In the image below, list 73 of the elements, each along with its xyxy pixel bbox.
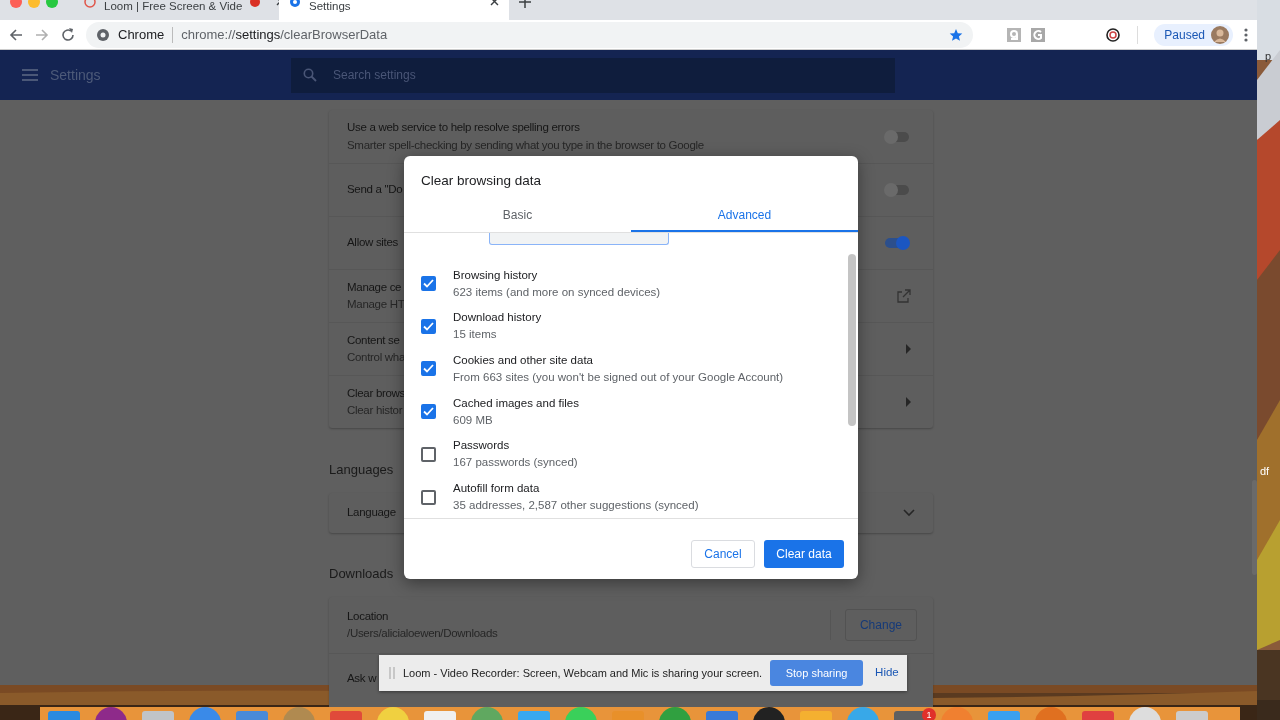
cancel-button[interactable]: Cancel bbox=[691, 540, 755, 569]
checkbox[interactable] bbox=[421, 276, 436, 292]
dialog-title: Clear browsing data bbox=[420, 172, 543, 190]
profile-button[interactable]: Paused bbox=[1154, 23, 1233, 46]
logo-icon bbox=[84, 0, 96, 8]
row-title: Language bbox=[347, 504, 396, 520]
checkbox[interactable] bbox=[421, 361, 436, 377]
browser-tab[interactable]: Settings bbox=[279, 0, 509, 20]
tab-title: Loom | Free Screen & Vide bbox=[104, 0, 243, 12]
notification-text: Loom - Video Recorder: Screen, Webcam and Mic is sharing your screen. bbox=[403, 665, 763, 681]
site-label: Chrome bbox=[118, 25, 165, 44]
clear-data-button[interactable]: Clear data bbox=[764, 540, 844, 569]
row-title: Manage ce bbox=[347, 279, 402, 295]
row-title: Content se bbox=[347, 332, 400, 348]
toggle-switch[interactable] bbox=[883, 182, 911, 198]
chevron-down-icon[interactable] bbox=[903, 508, 915, 517]
avatar-icon bbox=[1211, 25, 1229, 44]
external-link-icon[interactable] bbox=[897, 289, 911, 303]
stop-sharing-button[interactable]: Stop sharing bbox=[770, 660, 864, 686]
item-title: Cached images and files bbox=[453, 395, 579, 411]
extension-icon[interactable] bbox=[1105, 26, 1122, 43]
row-title: Clear brows bbox=[347, 385, 406, 401]
item-title: Download history bbox=[453, 310, 542, 326]
item-subtitle: 35 addresses, 2,587 other suggestions (synced) bbox=[453, 498, 699, 514]
page-title: Settings bbox=[50, 65, 102, 85]
dropdown-field[interactable] bbox=[489, 233, 669, 246]
row-title: Use a web service to help resolve spelling errors bbox=[347, 120, 580, 136]
row-title: Location bbox=[347, 608, 389, 624]
item-title: Cookies and other site data bbox=[453, 352, 594, 368]
star-icon[interactable] bbox=[949, 27, 964, 42]
address-bar[interactable]: Chrome chrome://settings/clearBrowserData bbox=[86, 21, 974, 48]
row-title: Ask w bbox=[347, 670, 377, 686]
tab[interactable]: Advanced bbox=[631, 200, 858, 233]
back-icon[interactable] bbox=[8, 26, 24, 43]
drag-handle-icon[interactable] bbox=[389, 667, 395, 679]
item-subtitle: 609 MB bbox=[453, 412, 494, 428]
site-icon bbox=[96, 27, 110, 42]
search-icon bbox=[303, 68, 317, 82]
item-subtitle: From 663 sites (you won't be signed out of your Google Account) bbox=[453, 369, 784, 385]
row-title: Allow sites bbox=[347, 235, 399, 251]
tab-title: Settings bbox=[309, 0, 351, 12]
reload-icon[interactable] bbox=[60, 26, 76, 43]
toggle-switch[interactable] bbox=[883, 235, 911, 251]
search-input[interactable]: Search settings bbox=[331, 65, 883, 85]
item-subtitle: 167 passwords (synced) bbox=[453, 455, 578, 471]
scrollbar-thumb[interactable] bbox=[848, 254, 856, 427]
forward-icon[interactable] bbox=[34, 26, 50, 43]
close-icon[interactable] bbox=[490, 0, 499, 8]
checkbox[interactable] bbox=[421, 404, 436, 420]
item-title: Browsing history bbox=[453, 267, 539, 283]
checkbox[interactable] bbox=[421, 489, 436, 505]
hide-button[interactable]: Hide bbox=[871, 664, 903, 682]
notification-badge: 1 bbox=[922, 708, 936, 720]
section-heading: Downloads bbox=[329, 564, 394, 583]
search-field[interactable]: Search settings bbox=[291, 57, 895, 93]
item-subtitle: 623 items (and more on synced devices) bbox=[453, 284, 661, 300]
menu-icon[interactable] bbox=[1243, 26, 1249, 43]
checkbox[interactable] bbox=[421, 446, 436, 462]
row-subtitle: /Users/alicialoewen/Downloads bbox=[347, 626, 498, 641]
scrollbar-thumb[interactable] bbox=[1252, 480, 1257, 575]
new-tab-icon[interactable] bbox=[519, 0, 531, 8]
tab[interactable]: Basic bbox=[404, 200, 631, 233]
row-subtitle: Clear histor bbox=[347, 403, 403, 418]
item-subtitle: 15 items bbox=[453, 327, 498, 343]
checkbox[interactable] bbox=[421, 318, 436, 334]
section-heading: Languages bbox=[329, 461, 394, 479]
item-title: Autofill form data bbox=[453, 481, 541, 497]
arrow-right-icon[interactable] bbox=[905, 397, 911, 407]
row-title: Send a "Do bbox=[347, 182, 403, 198]
url-text: chrome://settings/clearBrowserData bbox=[181, 25, 388, 44]
toggle-switch[interactable] bbox=[883, 128, 911, 145]
item-title: Passwords bbox=[453, 438, 511, 454]
arrow-right-icon[interactable] bbox=[905, 344, 911, 354]
